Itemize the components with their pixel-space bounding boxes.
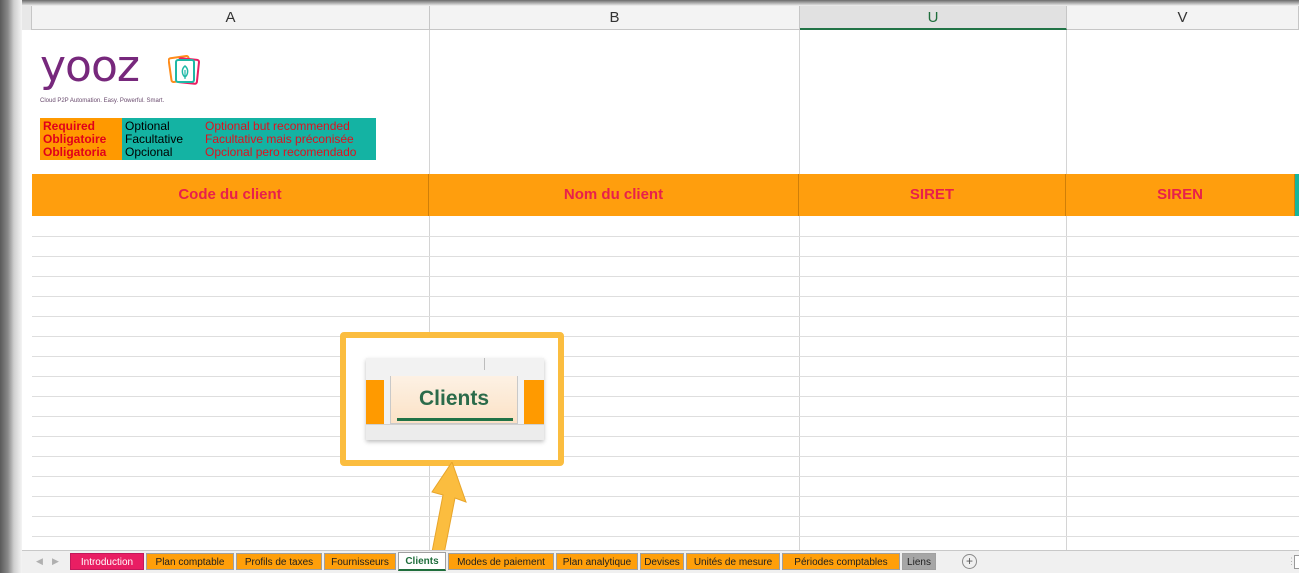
legend-recommended: Opcional pero recomendado <box>202 146 376 160</box>
active-underline <box>397 418 513 421</box>
legend-row: Required Optional Optional but recommend… <box>40 118 376 133</box>
sheet-tab-profils-de-taxes[interactable]: Profils de taxes <box>236 553 322 570</box>
column-header-b[interactable]: B <box>430 6 800 30</box>
gridline <box>32 256 1299 257</box>
callout-zoom: Clients <box>366 358 544 440</box>
gridline <box>32 416 1299 417</box>
sheet-tab-modes-de-paiement[interactable]: Modes de paiement <box>448 553 554 570</box>
horizontal-scrollbar[interactable] <box>1294 555 1299 569</box>
pointer-arrow-icon <box>431 462 467 550</box>
column-header-u[interactable]: U <box>800 6 1067 30</box>
sheet-tab-devises[interactable]: Devises <box>640 553 684 570</box>
next-column-edge <box>1295 174 1299 216</box>
callout-clients-tab: Clients <box>390 376 518 424</box>
tab-scroll-right-icon[interactable]: ▶ <box>52 556 59 567</box>
tab-scroll-left-icon[interactable]: ◀ <box>36 556 43 567</box>
legend-recommended: Optional but recommended <box>202 118 376 133</box>
sheet-tab-bar: ◀ ▶ Introduction Plan comptable Profils de… <box>22 550 1299 573</box>
legend-row: Obligatoria Opcional Opcional pero recom… <box>40 146 376 160</box>
gridline <box>32 396 1299 397</box>
sheet-tab-unit-s-de-mesure[interactable]: Unités de mesure <box>686 553 780 570</box>
gridline <box>32 316 1299 317</box>
legend-required: Obligatoria <box>40 146 122 160</box>
header-cell-siret[interactable]: SIRET <box>799 174 1066 216</box>
window-shadow-left <box>0 0 22 573</box>
gridline <box>32 476 1299 477</box>
sheet-tab-introduction[interactable]: Introduction <box>70 553 144 570</box>
neighbor-tab-right <box>524 380 544 424</box>
gridline <box>32 356 1299 357</box>
gridline <box>32 516 1299 517</box>
spreadsheet: A B U V yooz Cloud P2P Automation. Easy.… <box>22 6 1299 550</box>
column-header-v[interactable]: V <box>1067 6 1299 30</box>
document-leaf-icon <box>168 54 201 85</box>
tab-divider <box>484 358 485 370</box>
sheet-tab-clients[interactable]: Clients <box>398 552 446 571</box>
legend-optional: Opcional <box>122 146 202 160</box>
gridline <box>32 296 1299 297</box>
gridline <box>32 456 1299 457</box>
clients-tab-callout: Clients <box>340 332 564 466</box>
tab-strip <box>366 424 544 440</box>
logo-wordmark: yooz <box>40 41 140 92</box>
gridline <box>32 236 1299 237</box>
gridline <box>32 436 1299 437</box>
sheet-tab-plan-analytique[interactable]: Plan analytique <box>556 553 638 570</box>
gridline <box>32 536 1299 537</box>
column-title-row: Code du client Nom du client SIRET SIREN <box>32 174 1299 216</box>
column-header-bar: A B U V <box>22 6 1299 30</box>
header-cell-siren[interactable]: SIREN <box>1066 174 1295 216</box>
gridline <box>799 30 800 550</box>
gridline <box>1066 30 1067 550</box>
header-cell-code-client[interactable]: Code du client <box>32 174 429 216</box>
sheet-tab-plan-comptable[interactable]: Plan comptable <box>146 553 234 570</box>
yooz-logo: yooz Cloud P2P Automation. Easy. Powerfu… <box>40 41 240 114</box>
cell-grid[interactable]: yooz Cloud P2P Automation. Easy. Powerfu… <box>32 30 1299 550</box>
neighbor-tab-left <box>366 380 384 424</box>
gridline <box>32 496 1299 497</box>
sheet-tab-liens[interactable]: Liens <box>902 553 936 570</box>
logo-tagline: Cloud P2P Automation. Easy. Powerful. Sm… <box>40 98 165 104</box>
gridline <box>32 276 1299 277</box>
sheet-tab-fournisseurs[interactable]: Fournisseurs <box>324 553 396 570</box>
legend-optional: Optional <box>122 118 202 133</box>
gridline <box>32 336 1299 337</box>
field-legend: Required Optional Optional but recommend… <box>40 118 376 160</box>
callout-tab-label: Clients <box>418 387 489 410</box>
gridline <box>32 376 1299 377</box>
column-header-a[interactable]: A <box>32 6 430 30</box>
add-sheet-button[interactable]: + <box>962 554 977 569</box>
header-cell-nom-client[interactable]: Nom du client <box>429 174 799 216</box>
legend-required: Required <box>40 118 122 133</box>
select-all-corner[interactable] <box>22 6 32 30</box>
sheet-tab-p-riodes-comptables[interactable]: Périodes comptables <box>782 553 900 570</box>
